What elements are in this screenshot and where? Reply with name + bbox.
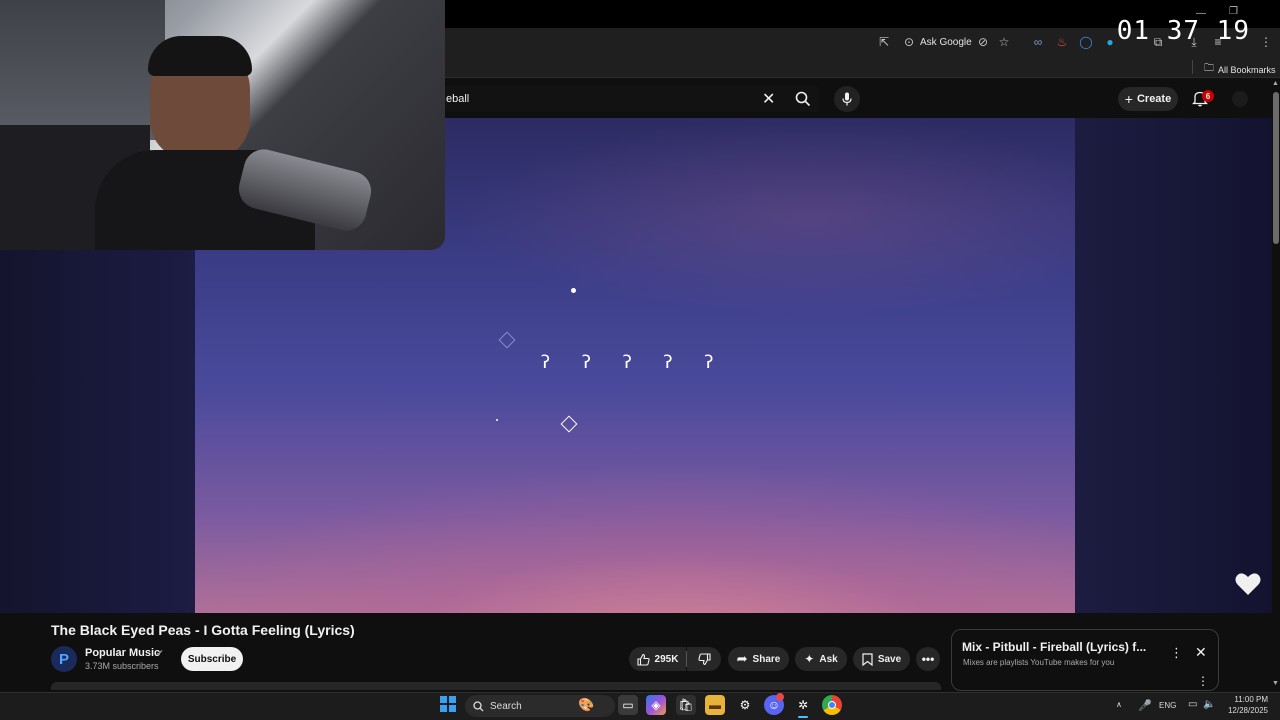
thumbs-down-icon [697, 652, 711, 665]
search-icon [795, 91, 811, 107]
webcam-overlay [0, 0, 445, 250]
share-label: Share [752, 653, 781, 665]
lens-icon: ⊙ [903, 35, 915, 49]
voice-search-button[interactable] [834, 86, 860, 112]
file-explorer-icon[interactable]: ▬ [705, 695, 725, 715]
channel-name[interactable]: Popular Music [85, 647, 160, 659]
search-button[interactable] [788, 86, 818, 112]
dislike-button[interactable] [687, 647, 721, 671]
task-view-icon[interactable]: ▭ [618, 695, 638, 715]
bookmark-icon [862, 652, 873, 666]
ask-google-button[interactable]: ⊙ Ask Google [902, 35, 972, 49]
close-icon[interactable]: ✕ [1195, 644, 1207, 661]
all-bookmarks-label: All Bookmarks [1218, 64, 1276, 75]
lyric-glyph: ʔ [621, 352, 633, 373]
search-icon [473, 700, 484, 711]
search-highlight-icon: 🎨 [578, 697, 595, 712]
folder-icon: 🗀 [1204, 63, 1214, 74]
diamond-shape-faint [498, 331, 516, 349]
mix-more-icon[interactable]: ⋮ [1170, 645, 1183, 661]
subscribe-button[interactable]: Subscribe [181, 647, 243, 671]
sparkle-icon: ✦ [804, 652, 815, 666]
bookmark-star-icon[interactable]: ☆ [997, 35, 1011, 49]
mix-menu-icon[interactable]: ⋮ [1197, 674, 1209, 688]
network-icon[interactable]: ▭ [1188, 699, 1197, 710]
extension-flame-icon[interactable]: ♨ [1055, 35, 1069, 49]
ask-button[interactable]: ✦ Ask [795, 647, 847, 671]
more-actions-button[interactable]: ••• [916, 647, 940, 671]
ask-label: Ask [819, 653, 838, 665]
scrollbar-thumb[interactable] [1273, 92, 1279, 244]
chatgpt-icon[interactable]: ✲ [793, 695, 813, 715]
search-query-text: eball [446, 93, 470, 105]
bookmarks-divider [1192, 60, 1193, 74]
install-app-icon[interactable]: ⇱ [877, 35, 891, 49]
taskbar-search-label: Search [490, 700, 522, 712]
lyric-glyph: ʔ [662, 352, 674, 373]
lyric-glyph: ʔ [540, 352, 551, 373]
microphone-icon [842, 92, 852, 106]
sparkle-dot-small [496, 419, 498, 421]
heart-icon[interactable] [1234, 570, 1262, 598]
windows-taskbar [0, 692, 1280, 720]
mix-title[interactable]: Mix - Pitbull - Fireball (Lyrics) f... [962, 640, 1146, 654]
taskbar-date[interactable]: 12/28/2025 [1224, 706, 1268, 715]
like-count: 295K [654, 653, 679, 665]
plus-icon: + [1124, 91, 1133, 107]
scroll-up-icon[interactable]: ▲ [1272, 80, 1279, 87]
microphone-icon[interactable]: 🎤 [1138, 699, 1152, 712]
notifications-badge: 6 [1202, 90, 1214, 102]
volume-icon[interactable]: 🔈 [1203, 699, 1215, 710]
thumbs-up-icon [636, 653, 650, 666]
taskbar-time[interactable]: 11:00 PM [1232, 695, 1268, 704]
channel-avatar[interactable]: P [51, 646, 77, 672]
lyric-line: ʔ ʔ ʔ ʔ ʔ [540, 352, 714, 373]
save-button[interactable]: Save [853, 647, 910, 671]
ask-google-label: Ask Google [920, 36, 972, 48]
description-box[interactable] [51, 682, 941, 690]
copilot-icon[interactable]: ◈ [646, 695, 666, 715]
clear-search-icon[interactable]: ✕ [762, 89, 775, 109]
create-button[interactable]: + Create [1118, 87, 1178, 111]
chrome-icon[interactable] [822, 695, 842, 715]
extension-circle-icon[interactable]: ◯ [1079, 35, 1093, 49]
video-title: The Black Eyed Peas - I Gotta Feeling (L… [51, 622, 355, 638]
mix-subtitle: Mixes are playlists YouTube makes for yo… [963, 658, 1115, 667]
like-button[interactable]: 295K [629, 647, 686, 671]
verified-icon: ✔ [156, 648, 164, 658]
windows-start-icon[interactable] [440, 696, 456, 712]
all-bookmarks-button[interactable]: 🗀 All Bookmarks [1204, 61, 1276, 78]
browser-menu-icon[interactable]: ⋮ [1259, 35, 1273, 49]
language-indicator[interactable]: ENG [1159, 701, 1176, 710]
active-app-indicator [798, 716, 808, 718]
eye-off-icon[interactable]: ⊘ [976, 35, 990, 49]
share-icon: ➦ [736, 651, 748, 666]
more-horizontal-icon: ••• [921, 652, 935, 666]
scroll-down-icon[interactable]: ▼ [1272, 680, 1279, 687]
discord-badge [776, 693, 784, 701]
lyric-glyph: ʔ [703, 352, 715, 373]
clock-overlay: 01 37 19 [1116, 16, 1250, 46]
create-label: Create [1136, 93, 1172, 105]
extension-glasses-icon[interactable]: ∞ [1031, 35, 1045, 49]
save-label: Save [877, 653, 902, 665]
avatar[interactable] [1232, 91, 1248, 107]
extension-blue-icon[interactable]: ● [1103, 35, 1117, 49]
diamond-shape [560, 415, 578, 433]
show-hidden-icons-icon[interactable]: ∧ [1116, 700, 1122, 709]
lyric-glyph: ʔ [580, 352, 592, 373]
settings-icon[interactable]: ⚙ [735, 695, 755, 715]
webcam-wall-dark [0, 0, 165, 140]
store-icon[interactable]: 🛍 [676, 695, 696, 715]
share-button[interactable]: ➦ Share [728, 647, 789, 671]
subscriber-count: 3.73M subscribers [85, 661, 159, 671]
webcam-headphones [148, 36, 252, 76]
sparkle-dot [571, 288, 576, 293]
